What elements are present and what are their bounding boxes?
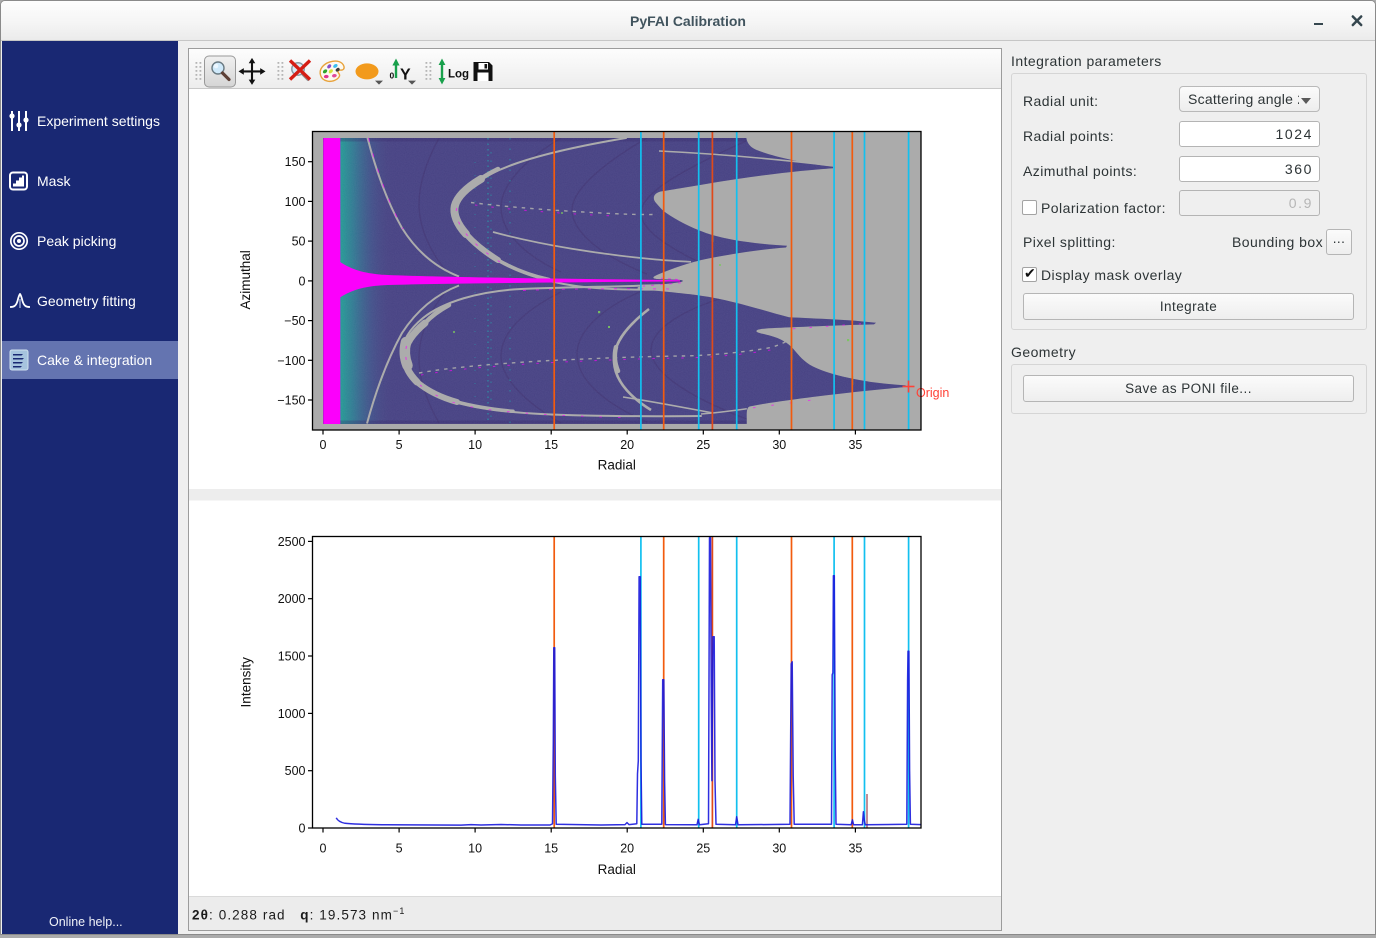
svg-text:500: 500 bbox=[285, 764, 306, 778]
svg-text:20: 20 bbox=[620, 438, 634, 452]
svg-text:−150: −150 bbox=[277, 394, 305, 408]
svg-text:100: 100 bbox=[285, 195, 306, 209]
svg-text:10: 10 bbox=[468, 438, 482, 452]
svg-text:20: 20 bbox=[620, 842, 634, 856]
svg-text:0: 0 bbox=[390, 71, 395, 81]
svg-text:Radial: Radial bbox=[598, 862, 636, 877]
svg-text:10: 10 bbox=[468, 842, 482, 856]
svg-text:35: 35 bbox=[848, 438, 862, 452]
svg-text:0: 0 bbox=[320, 438, 327, 452]
svg-text:0: 0 bbox=[320, 842, 327, 856]
svg-text:15: 15 bbox=[544, 842, 558, 856]
svg-text:5: 5 bbox=[396, 842, 403, 856]
svg-text:35: 35 bbox=[848, 842, 862, 856]
svg-text:15: 15 bbox=[544, 438, 558, 452]
svg-text:50: 50 bbox=[292, 235, 306, 249]
svg-text:0: 0 bbox=[299, 822, 306, 836]
svg-text:2500: 2500 bbox=[278, 535, 306, 549]
svg-text:25: 25 bbox=[696, 842, 710, 856]
svg-text:5: 5 bbox=[396, 438, 403, 452]
svg-text:Radial: Radial bbox=[598, 458, 636, 473]
svg-text:1000: 1000 bbox=[278, 707, 306, 721]
svg-text:Log: Log bbox=[448, 69, 469, 81]
svg-text:Azimuthal: Azimuthal bbox=[238, 250, 253, 309]
svg-text:−100: −100 bbox=[277, 354, 305, 368]
svg-text:25: 25 bbox=[696, 438, 710, 452]
svg-text:Intensity: Intensity bbox=[239, 657, 254, 708]
svg-text:0: 0 bbox=[299, 274, 306, 288]
svg-text:30: 30 bbox=[772, 842, 786, 856]
svg-text:−50: −50 bbox=[284, 314, 305, 328]
svg-text:30: 30 bbox=[772, 438, 786, 452]
svg-text:2000: 2000 bbox=[278, 592, 306, 606]
svg-text:150: 150 bbox=[285, 155, 306, 169]
svg-text:1500: 1500 bbox=[278, 650, 306, 664]
